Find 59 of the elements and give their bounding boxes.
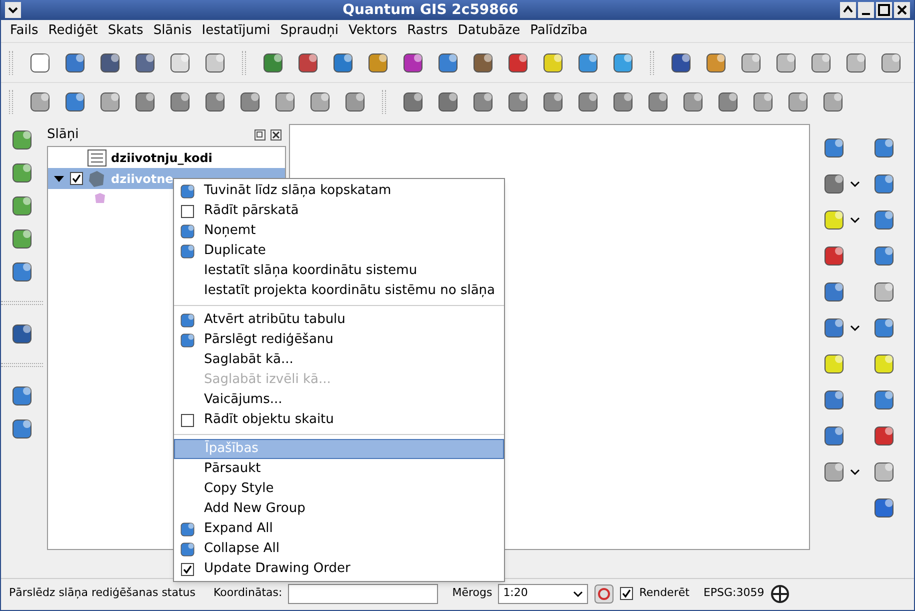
stop-render-icon[interactable] <box>594 584 614 604</box>
menu-item[interactable]: Palīdzība <box>525 21 592 41</box>
caret-icon[interactable] <box>573 590 584 598</box>
menu-item[interactable]: Iestatījumi <box>196 21 276 41</box>
context-menu-item[interactable]: Expand All <box>174 519 504 539</box>
render-checkbox[interactable] <box>620 587 634 600</box>
layer-name: dziivotne <box>111 170 174 188</box>
minimize-icon[interactable] <box>858 2 874 18</box>
legend-symbol-icon <box>94 192 106 204</box>
polygon-layer-icon <box>87 170 107 188</box>
menu-item[interactable]: Datubāze <box>452 21 526 41</box>
render-label: Renderēt <box>639 585 690 602</box>
context-menu-item[interactable]: Saglabāt kā... <box>174 350 504 370</box>
close-icon[interactable] <box>270 129 282 141</box>
menu-checkbox[interactable] <box>181 204 194 218</box>
context-menu-item[interactable]: Iestatīt slāņa koordinātu sistemu <box>174 261 504 281</box>
close-icon[interactable] <box>894 2 910 18</box>
scale-label: Mērogs <box>452 585 492 602</box>
context-menu-item[interactable]: Pārslēgt rediģēšanu <box>174 330 504 350</box>
layer-name: dziivotnju_kodi <box>111 150 212 166</box>
coordinate-label: Koordinātas: <box>214 585 282 602</box>
menu-item[interactable]: Skats <box>102 21 148 41</box>
context-menu-item[interactable]: Rādīt objektu skaitu <box>174 410 504 430</box>
menu-item[interactable]: Slānis <box>148 21 197 41</box>
up-icon[interactable] <box>840 2 856 18</box>
window-title: Quantum GIS 2c59866 <box>342 0 520 20</box>
context-menu-item[interactable]: Pārsaukt <box>174 459 504 479</box>
scale-combo[interactable]: 1:20 <box>498 584 588 604</box>
crs-globe-icon[interactable] <box>770 584 790 604</box>
context-menu-item[interactable]: Duplicate <box>174 241 504 261</box>
context-menu-item[interactable]: Add New Group <box>174 499 504 519</box>
context-menu-item[interactable]: Atvērt atribūtu tabulu <box>174 310 504 330</box>
layer-row[interactable]: dziivotnju_kodi <box>48 147 285 168</box>
caret-icon[interactable] <box>850 216 860 224</box>
layer-checkbox[interactable] <box>70 172 83 185</box>
maximize-icon[interactable] <box>876 2 892 18</box>
menu-checkbox[interactable] <box>181 414 194 426</box>
menu-checkbox[interactable] <box>181 562 194 576</box>
context-menu-item[interactable]: Rādīt pārskatā <box>174 201 504 221</box>
crs-label[interactable]: EPSG:3059 <box>703 585 764 602</box>
context-menu-item[interactable]: Collapse All <box>174 539 504 559</box>
panel-title: Slāņi <box>47 126 80 144</box>
menu-item[interactable]: Fails <box>5 21 44 41</box>
context-menu-item[interactable]: Noņemt <box>174 221 504 241</box>
caret-icon[interactable] <box>850 180 860 188</box>
context-menu-item[interactable]: Iestatīt projekta koordinātu sistēmu no slāņa <box>174 281 504 301</box>
menu-item[interactable]: Rediģēt <box>43 21 103 41</box>
context-menu-item[interactable]: Vaicājums... <box>174 390 504 410</box>
caret-icon[interactable] <box>850 324 860 332</box>
float-icon[interactable] <box>254 129 266 141</box>
context-menu-item[interactable]: Copy Style <box>174 479 504 499</box>
status-message: Pārslēdz slāņa rediģēšanas status <box>9 585 196 602</box>
coordinate-field[interactable] <box>288 584 438 604</box>
menu-item[interactable]: Spraudņi <box>275 21 344 41</box>
context-menu-item[interactable]: Update Drawing Order <box>174 559 504 579</box>
window-menu-icon[interactable] <box>5 2 21 18</box>
caret-icon[interactable] <box>850 468 860 476</box>
menu-item[interactable]: Rastrs <box>402 21 453 41</box>
menu-item[interactable]: Vektors <box>343 21 402 41</box>
